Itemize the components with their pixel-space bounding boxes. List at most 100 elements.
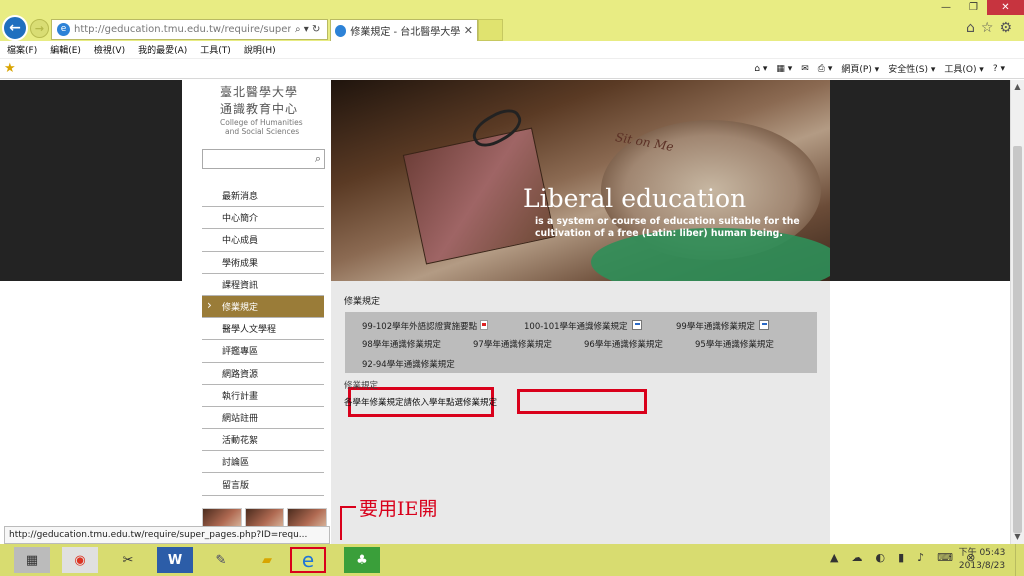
menu-file[interactable]: 檔案(F) [7,43,37,56]
annotation-line [340,506,356,508]
help-icon[interactable]: ? ▾ [993,64,1005,74]
rule-link-99[interactable]: 99學年通識修業規定 [676,320,769,332]
site-logo-english-line2: and Social Sciences [225,127,300,136]
feed-icon[interactable]: ▦ ▾ [776,64,792,74]
address-bar[interactable]: e http://geducation.tmu.edu.tw/require/s… [51,19,328,40]
network-icon[interactable]: ▮ [898,551,904,564]
paint-icon[interactable]: ✂ [110,547,146,573]
mail-icon[interactable]: ✉ [801,64,809,74]
address-tools[interactable]: ⌕ ▾ ↻ [295,24,320,35]
keyboard-icon[interactable]: ⌨ [937,551,953,564]
pdf-icon [480,320,489,330]
nav-register[interactable]: 網站註冊 [202,407,324,430]
nav-projects[interactable]: 執行計畫 [202,385,324,407]
volume-icon[interactable]: ♪ [917,551,924,564]
folder-icon[interactable]: ▰ [249,547,285,573]
tools-menu-button[interactable]: 工具(O) ▾ [944,62,984,75]
star-icon[interactable]: ☆ [981,20,994,36]
close-window-button[interactable]: ✕ [987,0,1024,15]
rule-link-99-102[interactable]: 99-102學年外語認證實施要點 [362,320,489,332]
home-command-icon[interactable]: ⌂ ▾ [754,64,767,74]
browser-actions: ⌂ ☆ ⚙ [966,20,1012,36]
clock-date: 2013/8/23 [958,561,1006,571]
document-icon [758,320,769,330]
forward-button[interactable]: → [30,19,49,38]
nav-resources[interactable]: 網路資源 [202,363,324,385]
rules-note: 各學年修業規定請依入學年點選修業規定 [344,398,498,408]
cloud-icon[interactable]: ☁ [851,551,862,564]
gear-icon[interactable]: ⚙ [999,20,1012,36]
scroll-down-arrow-icon[interactable]: ▼ [1011,530,1024,544]
browser-tab[interactable]: 修業規定 - 台北醫學大學 通... ✕ [330,19,478,41]
speaker-icon[interactable]: ◐ [875,551,885,564]
print-icon[interactable]: ⎙ ▾ [818,64,833,74]
annotation-text: 要用IE開 [359,498,438,520]
highlight-box-100-101-link [517,389,647,414]
menu-bar: 檔案(F) 編輯(E) 檢視(V) 我的最愛(A) 工具(T) 說明(H) [0,41,1024,59]
nav-evaluation[interactable]: 評鑑專區 [202,340,324,363]
sub-heading: 修業規定 [344,381,379,391]
favorites-star-icon[interactable]: ★ [4,61,16,76]
banner-subtitle-line1: is a system or course of education suita… [535,216,800,227]
nav-center-members[interactable]: 中心成員 [202,229,324,252]
favorites-bar: ★ ⌂ ▾ ▦ ▾ ✉ ⎙ ▾ 網頁(P) ▾ 安全性(S) ▾ 工具(O) ▾… [0,59,1024,79]
rule-link-text: 99-102學年外語認證實施要點 [362,322,478,332]
section-title: 修業規定 [344,297,381,307]
close-icon[interactable]: ✕ [464,24,473,37]
system-tray: ▲ ☁ ◐ ▮ ♪ ⌨ ⊗ [830,551,975,564]
site-search-input[interactable]: ⌕ [202,149,325,169]
site-logo-chinese-line1: 臺北醫學大學 [220,85,299,99]
scroll-up-arrow-icon[interactable]: ▲ [1011,80,1024,94]
menu-tools[interactable]: 工具(T) [200,43,231,56]
chrome-icon[interactable]: ◉ [62,547,98,573]
banner-title: Liberal education [523,184,747,213]
rule-link-97[interactable]: 97學年通識修業規定 [473,338,552,350]
new-tab-button[interactable] [478,19,503,41]
address-url[interactable]: http://geducation.tmu.edu.tw/require/sup… [74,24,291,35]
rule-link-95[interactable]: 95學年通識修業規定 [695,338,774,350]
system-clock[interactable]: 下午 05:43 2013/8/23 [956,547,1008,573]
search-icon: ⌕ [295,24,301,35]
rule-link-100-101[interactable]: 100-101學年通識修業規定 [524,320,642,332]
menu-edit[interactable]: 編輯(E) [50,43,81,56]
search-icon[interactable]: ⌕ [315,152,321,166]
rule-link-92-94[interactable]: 92-94學年通識修業規定 [362,358,455,370]
vertical-scrollbar[interactable]: ▲ ▼ [1010,80,1024,544]
menu-favorites[interactable]: 我的最愛(A) [138,43,187,56]
rule-link-96[interactable]: 96學年通識修業規定 [584,338,663,350]
back-button[interactable]: ← [2,15,28,41]
rule-link-98[interactable]: 98學年通識修業規定 [362,338,441,350]
nav-forum[interactable]: 討論區 [202,451,324,474]
menu-help[interactable]: 說明(H) [244,43,276,56]
page-menu-button[interactable]: 網頁(P) ▾ [841,62,879,75]
ie-icon[interactable]: e [290,547,326,573]
nav-academic-results[interactable]: 學術成果 [202,252,324,274]
clock-time: 下午 05:43 [958,548,1006,558]
browser-chrome: ← → e http://geducation.tmu.edu.tw/requi… [0,0,1024,41]
back-arrow-icon: ← [9,20,21,36]
task-manager-icon[interactable]: ▦ [14,547,50,573]
nav-guestbook[interactable]: 留言版 [202,473,324,496]
home-icon[interactable]: ⌂ [966,20,975,36]
tray-arrow-icon[interactable]: ▲ [830,551,838,564]
rule-links-box: 99-102學年外語認證實施要點 100-101學年通識修業規定 99學年通識修… [345,312,817,373]
rule-link-text: 99學年通識修業規定 [676,322,755,332]
nav-center-intro[interactable]: 中心簡介 [202,207,324,230]
maximize-window-button[interactable]: ❐ [960,0,987,15]
scrollbar-thumb[interactable] [1013,146,1022,533]
nav-medical-humanities[interactable]: 醫學人文學程 [202,318,324,341]
status-bar-url: http://geducation.tmu.edu.tw/require/sup… [4,526,330,544]
safety-menu-button[interactable]: 安全性(S) ▾ [888,62,935,75]
nav-events[interactable]: 活動花絮 [202,429,324,452]
nav-latest-news[interactable]: 最新消息 [202,185,324,208]
show-desktop-button[interactable] [1015,544,1024,576]
nav-course-info[interactable]: 課程資訊 [202,274,324,296]
word-icon[interactable]: W [157,547,193,573]
banner-subtitle-line2: cultivation of a free (Latin: liber) hum… [535,228,783,239]
minimize-window-button[interactable]: — [932,0,960,15]
nav-study-rules[interactable]: 修業規定 [202,295,324,319]
palette-icon[interactable]: ✎ [203,547,239,573]
evernote-icon[interactable]: ♣ [344,547,380,573]
menu-view[interactable]: 檢視(V) [94,43,125,56]
site-logo-english-line1: College of Humanities [220,118,303,127]
